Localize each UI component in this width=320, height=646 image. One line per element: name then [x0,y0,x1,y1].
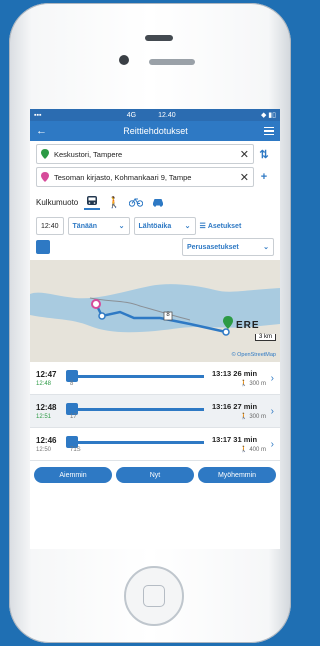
route-timeline: 71S [66,433,212,455]
green-pin-icon [41,149,49,159]
route-option-1[interactable]: 12:47 12:48 8 13:13 26 min 🚶 300 m › [30,362,280,395]
time-navigation: Aiemmin Nyt Myöhemmin [30,461,280,489]
duration: 31 min [233,435,258,444]
to-field[interactable]: Tesoman kirjasto, Kohmankaari 9, Tampe ✕ [36,167,254,187]
menu-icon[interactable] [263,125,274,138]
bus-mode-icon[interactable] [84,194,101,210]
arrival-time: 13:13 [212,369,232,378]
arrival-time: 13:17 [212,435,232,444]
preset-row: Perusasetukset ⌄ [36,238,274,256]
map-canvas [30,260,280,362]
time-type-value: Lähtöaika [138,222,172,230]
realtime-departure: 12:48 [36,380,52,387]
nav-bar: ← Reittiehdotukset [30,121,280,141]
mode-label: Kulkumuoto [36,197,79,207]
walk-icon: 🚶 [240,414,248,420]
page-title: Reittiehdotukset [123,126,188,136]
from-value: Keskustori, Tampere [54,149,123,159]
signal-icon: ▪▪▪ [34,111,42,119]
home-square-icon [143,585,165,607]
chevron-down-icon: ⌄ [118,223,125,230]
walk-icon: 🚶 [240,381,248,387]
preset-value: Perusasetukset [187,243,239,251]
time-field[interactable]: 12:40 [36,217,64,235]
earpiece [149,59,195,65]
to-value: Tesoman kirjasto, Kohmankaari 9, Tampe [54,172,192,182]
departure-time: 12:47 [36,369,57,379]
day-select[interactable]: Tänään ⌄ [67,217,130,235]
add-via-icon[interactable]: + [254,171,274,183]
route-option-2[interactable]: 12:48 12:51 17 13:16 27 min 🚶 300 m › [30,395,280,428]
route-timeline: 17 [66,400,212,422]
from-field[interactable]: Keskustori, Tampere ✕ [36,144,254,164]
home-button[interactable] [124,566,184,626]
departure-time: 12:48 [36,402,57,412]
chevron-right-icon: › [270,405,274,417]
line-number: 71S [70,447,81,453]
settings-link[interactable]: ☰ Asetukset [199,222,242,231]
scheduled-departure: 12:50 [36,446,52,453]
walk-distance: 300 m [249,381,266,387]
duration: 27 min [233,402,258,411]
line-number: 8 [70,381,74,387]
bike-mode-icon[interactable] [128,195,144,209]
speaker-top [145,35,173,41]
status-time: 12.40 [158,111,176,119]
departure-time: 12:46 [36,435,57,445]
chevron-right-icon: › [270,372,274,384]
walk-mode-icon[interactable]: 🚶 [106,195,122,209]
filter-row: 12:40 Tänään ⌄ Lähtöaika ⌄ ☰ Asetukset [36,217,274,235]
to-row: Tesoman kirjasto, Kohmankaari 9, Tampe ✕… [36,167,274,187]
status-bar: ▪▪▪ 4G 12.40 ◆ ▮▯ [30,109,280,121]
clear-to-icon[interactable]: ✕ [240,171,249,184]
later-button[interactable]: Myöhemmin [198,467,276,483]
now-button[interactable]: Nyt [116,467,194,483]
battery-icon: ◆ ▮▯ [260,112,276,119]
from-row: Keskustori, Tampere ✕ ⇅ [36,144,274,164]
clear-from-icon[interactable]: ✕ [240,148,249,161]
chevron-right-icon: › [270,438,274,450]
pink-pin-icon [41,172,49,182]
day-select-value: Tänään [72,222,98,230]
car-mode-icon[interactable] [150,195,166,209]
route-number-label: 8 [166,312,170,318]
route-timeline: 8 [66,367,212,389]
route-option-3[interactable]: 12:46 12:50 71S 13:17 31 min 🚶 400 m › [30,428,280,461]
walk-distance: 300 m [249,414,266,420]
chevron-down-icon: ⌄ [263,244,269,251]
time-type-select[interactable]: Lähtöaika ⌄ [133,217,196,235]
mode-row: Kulkumuoto 🚶 [36,193,274,211]
sliders-icon: ☰ [199,223,206,230]
network-type: 4G [126,111,137,119]
realtime-departure: 12:51 [36,413,52,420]
earlier-button[interactable]: Aiemmin [34,467,112,483]
walk-icon: 🚶 [240,447,248,453]
arrival-time: 13:16 [212,402,232,411]
settings-label: Asetukset [207,222,242,230]
map-scale: 3 km [254,334,276,341]
chevron-down-icon: ⌄ [184,223,191,230]
back-arrow-icon[interactable]: ← [36,125,47,137]
app-screen: ▪▪▪ 4G 12.40 ◆ ▮▯ ← Reittiehdotukset Kesk… [30,109,280,549]
line-number: 17 [70,414,77,420]
bus-filter-button[interactable] [36,240,50,254]
route-map[interactable]: 8 ERE 3 km © OpenStreetMap [30,260,280,362]
duration: 26 min [233,369,258,378]
map-credit[interactable]: © OpenStreetMap [232,352,276,358]
walk-distance: 400 m [249,447,266,453]
preset-select[interactable]: Perusasetukset ⌄ [182,238,274,256]
swap-icon[interactable]: ⇅ [254,148,274,161]
front-camera [119,55,129,65]
map-place-label: ERE [236,320,260,331]
